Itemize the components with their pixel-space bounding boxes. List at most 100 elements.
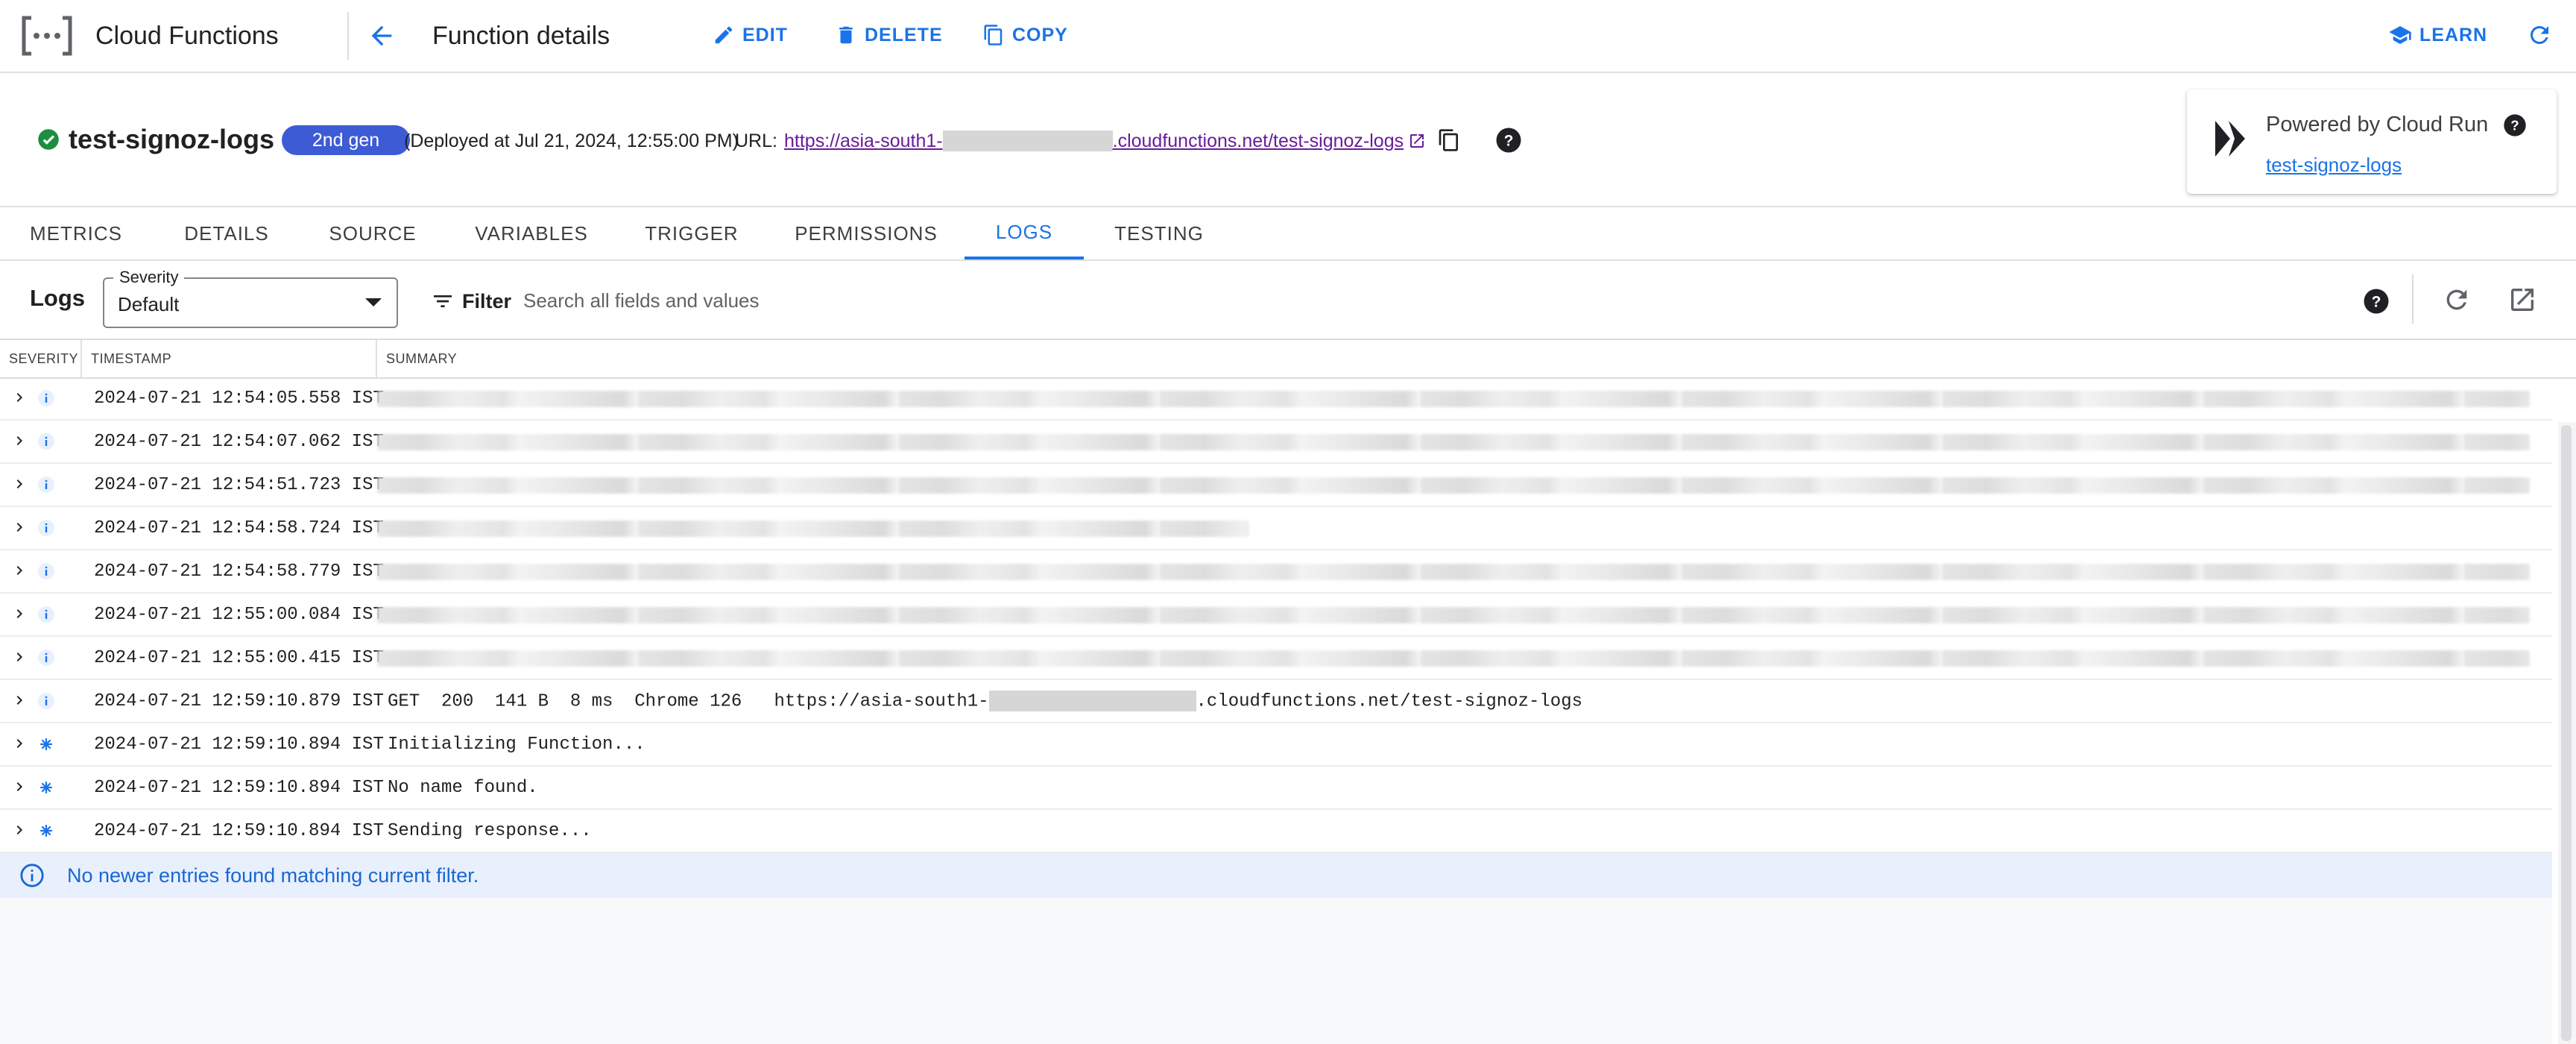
refresh-icon xyxy=(2446,289,2467,310)
redacted-summary xyxy=(377,434,2530,450)
severity-info-icon xyxy=(38,606,54,623)
cloud-run-service-link[interactable]: test-signoz-logs xyxy=(2266,152,2402,177)
page-title: Function details xyxy=(432,22,610,50)
log-summary: Sending response... xyxy=(388,821,592,841)
chevron-right-icon[interactable] xyxy=(10,432,28,450)
log-summary-request: GET 200 141 B 8 ms Chrome 126 https://as… xyxy=(388,691,989,712)
column-header-summary[interactable]: SUMMARY xyxy=(377,340,2576,377)
log-row[interactable]: 2024-07-21 12:54:58.724 IST xyxy=(0,507,2552,550)
copy-button[interactable]: COPY xyxy=(982,18,1068,52)
log-row[interactable]: 2024-07-21 12:59:10.894 IST Sending respo… xyxy=(0,810,2552,853)
log-timestamp: 2024-07-21 12:59:10.894 IST xyxy=(94,735,384,755)
tab-metrics[interactable]: METRICS xyxy=(16,207,136,260)
chevron-right-icon[interactable] xyxy=(10,821,28,839)
deployed-timestamp: (Deployed at Jul 21, 2024, 12:55:00 PM) xyxy=(404,130,739,151)
tab-trigger[interactable]: TRIGGER xyxy=(640,207,744,260)
open-in-new-icon xyxy=(1410,134,1424,148)
log-entries-list: 2024-07-21 12:54:05.558 IST 2024-07-21 12… xyxy=(0,377,2552,853)
help-icon[interactable]: ? xyxy=(2363,288,2390,315)
column-header-timestamp[interactable]: TIMESTAMP xyxy=(82,340,377,377)
url-redaction xyxy=(988,691,1196,711)
log-summary: No name found. xyxy=(388,778,538,798)
log-row[interactable]: 2024-07-21 12:54:51.723 IST xyxy=(0,464,2552,507)
chevron-right-icon[interactable] xyxy=(10,778,28,796)
svg-text:?: ? xyxy=(2510,118,2519,133)
tab-bar: METRICS DETAILS SOURCE VARIABLES TRIGGER… xyxy=(0,207,2576,261)
delete-button[interactable]: DELETE xyxy=(835,18,943,52)
log-row[interactable]: 2024-07-21 12:54:05.558 IST xyxy=(0,377,2552,421)
log-timestamp: 2024-07-21 12:55:00.084 IST xyxy=(94,605,384,625)
function-url-link[interactable]: https://asia-south1- .cloudfunctions.net… xyxy=(784,128,1426,154)
url-prefix: https://asia-south1- xyxy=(784,130,943,151)
log-search-input[interactable] xyxy=(522,282,1866,319)
learn-button-label: LEARN xyxy=(2419,24,2488,45)
log-row[interactable]: 2024-07-21 12:59:10.879 IST GET 200 141 B… xyxy=(0,680,2552,723)
log-timestamp: 2024-07-21 12:54:51.723 IST xyxy=(94,475,384,495)
chevron-right-icon[interactable] xyxy=(10,691,28,709)
no-newer-entries-banner: No newer entries found matching current … xyxy=(0,853,2552,898)
back-button[interactable] xyxy=(362,16,401,55)
redacted-summary xyxy=(377,521,1249,537)
top-bar-divider xyxy=(347,12,349,60)
edit-button[interactable]: EDIT xyxy=(713,18,788,52)
tab-testing[interactable]: TESTING xyxy=(1108,207,1210,260)
chevron-right-icon[interactable] xyxy=(10,562,28,579)
log-timestamp: 2024-07-21 12:54:07.062 IST xyxy=(94,432,384,452)
chevron-down-icon xyxy=(365,298,382,306)
log-timestamp: 2024-07-21 12:59:10.894 IST xyxy=(94,821,384,841)
refresh-page-button[interactable] xyxy=(2522,18,2557,52)
severity-default-icon xyxy=(40,738,53,751)
help-icon[interactable]: ? xyxy=(1495,127,1522,154)
redacted-summary xyxy=(377,607,2530,623)
banner-text: No newer entries found matching current … xyxy=(67,864,479,887)
copy-url-button[interactable] xyxy=(1434,125,1464,155)
open-in-logs-explorer-button[interactable] xyxy=(2504,282,2540,318)
tab-source[interactable]: SOURCE xyxy=(321,207,425,260)
trash-icon xyxy=(839,26,853,44)
log-row[interactable]: 2024-07-21 12:59:10.894 IST Initializing … xyxy=(0,723,2552,767)
tab-details[interactable]: DETAILS xyxy=(173,207,280,260)
pencil-icon xyxy=(715,26,733,44)
empty-log-area xyxy=(0,898,2552,1044)
scrollbar-thumb[interactable] xyxy=(2561,425,2572,1041)
severity-info-icon xyxy=(38,563,54,579)
chevron-right-icon[interactable] xyxy=(10,735,28,752)
severity-default-icon xyxy=(40,824,53,837)
refresh-logs-button[interactable] xyxy=(2439,282,2475,318)
log-row[interactable]: 2024-07-21 12:55:00.084 IST xyxy=(0,594,2552,637)
redacted-summary xyxy=(377,650,2530,667)
severity-info-icon xyxy=(38,477,54,493)
log-row[interactable]: 2024-07-21 12:55:00.415 IST xyxy=(0,637,2552,680)
info-icon xyxy=(20,864,44,887)
log-row[interactable]: 2024-07-21 12:54:07.062 IST xyxy=(0,421,2552,464)
log-timestamp: 2024-07-21 12:54:58.724 IST xyxy=(94,518,384,538)
url-suffix: .cloudfunctions.net/test-signoz-logs xyxy=(1112,130,1404,151)
log-row[interactable]: 2024-07-21 12:59:10.894 IST No name found… xyxy=(0,767,2552,810)
chevron-right-icon[interactable] xyxy=(10,605,28,623)
severity-select[interactable]: Severity Default xyxy=(103,267,398,328)
help-icon[interactable]: ? xyxy=(2503,113,2527,137)
tab-logs[interactable]: LOGS xyxy=(965,207,1084,260)
log-row[interactable]: 2024-07-21 12:54:58.779 IST xyxy=(0,550,2552,594)
tab-permissions[interactable]: PERMISSIONS xyxy=(789,207,944,260)
edit-button-label: EDIT xyxy=(742,24,788,45)
chevron-right-icon[interactable] xyxy=(10,648,28,666)
chevron-right-icon[interactable] xyxy=(10,475,28,493)
column-header-severity[interactable]: SEVERITY xyxy=(0,340,82,377)
cloud-functions-icon xyxy=(22,16,72,56)
log-summary: Initializing Function... xyxy=(388,735,645,755)
learn-button[interactable]: LEARN xyxy=(2388,18,2487,52)
logs-title: Logs xyxy=(30,285,86,311)
tab-variables[interactable]: VARIABLES xyxy=(464,207,599,260)
chevron-right-icon[interactable] xyxy=(10,518,28,536)
chevron-right-icon[interactable] xyxy=(10,389,28,406)
severity-selected-value: Default xyxy=(118,293,180,315)
url-label: URL: xyxy=(735,130,777,151)
generation-badge: 2nd gen xyxy=(282,125,410,155)
open-in-new-icon xyxy=(2511,289,2534,311)
function-name: test-signoz-logs xyxy=(69,124,274,154)
cloud-run-card: Powered by Cloud Run ? test-signoz-logs xyxy=(2187,89,2557,194)
filter-button[interactable]: Filter xyxy=(431,286,511,316)
graduation-cap-icon xyxy=(2389,26,2411,44)
product-name: Cloud Functions xyxy=(95,22,279,50)
